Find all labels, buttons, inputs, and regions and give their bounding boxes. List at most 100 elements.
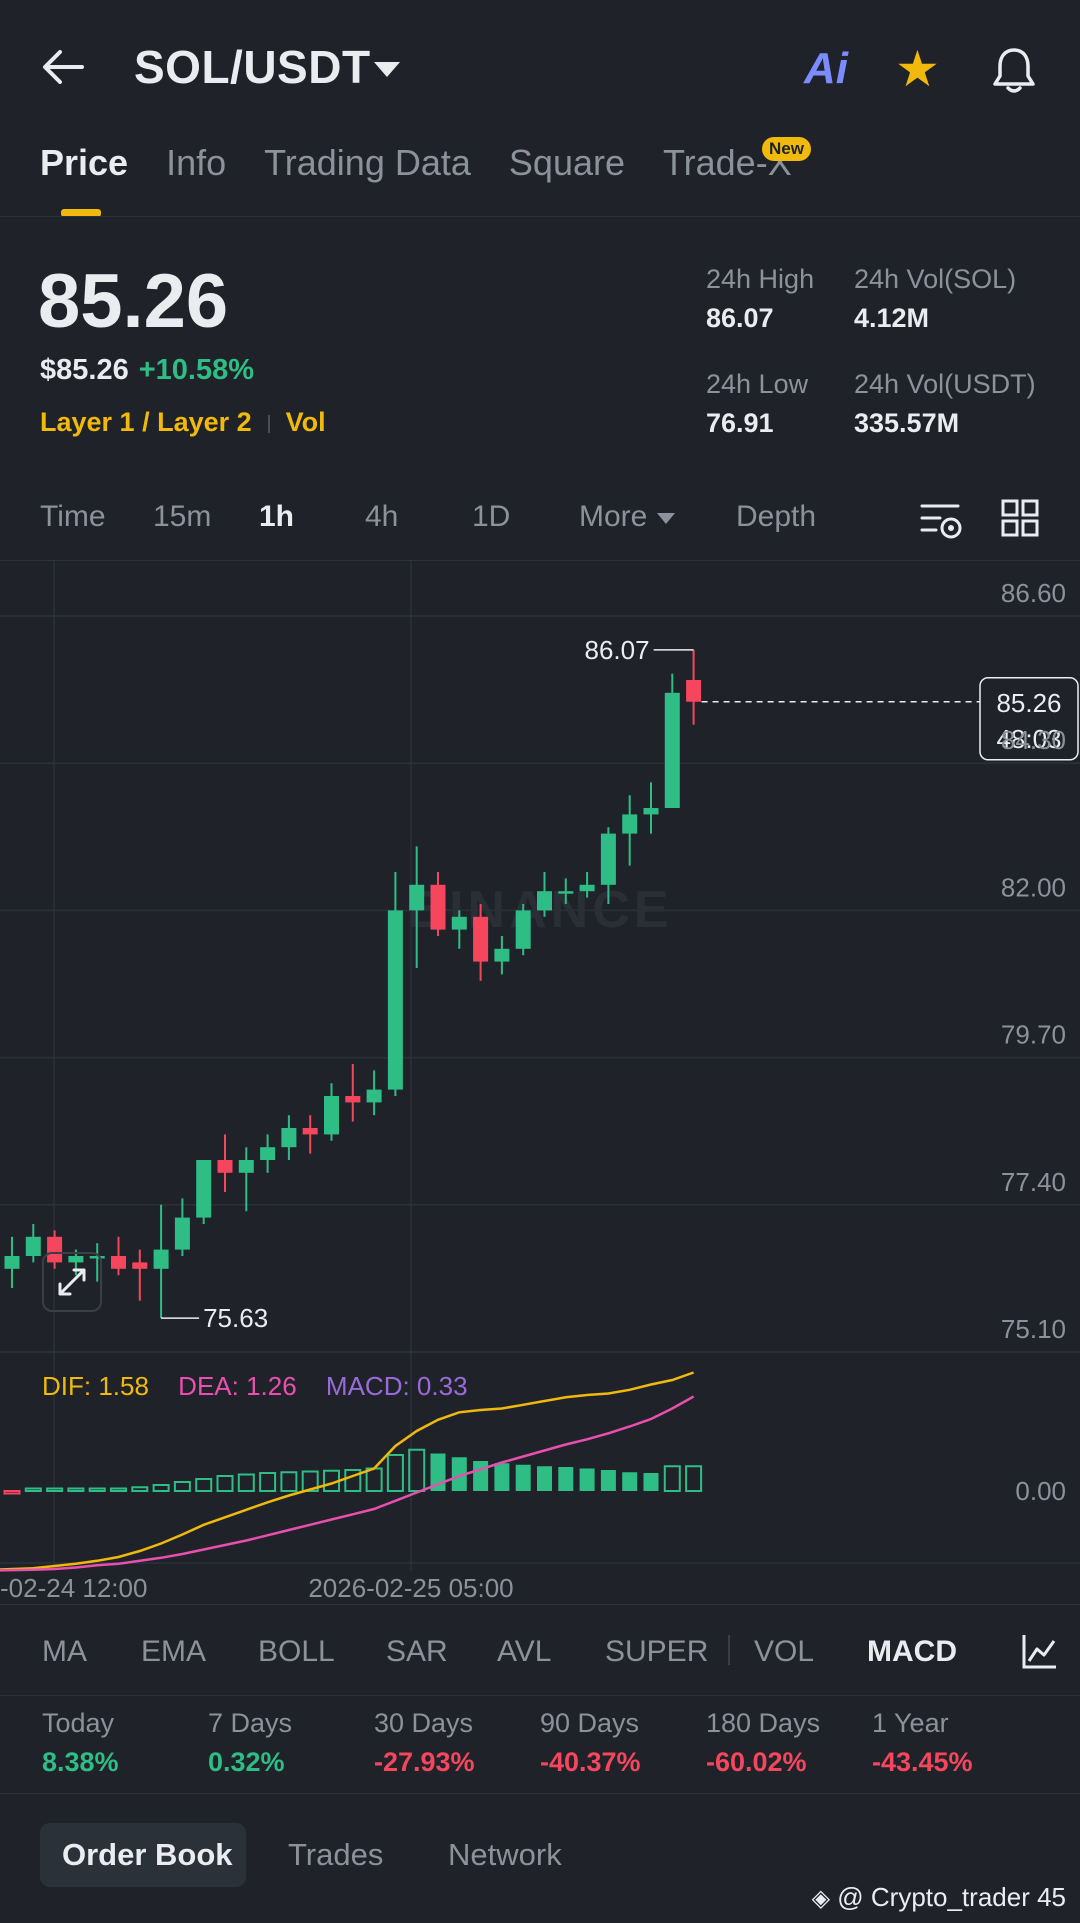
candle-body [643, 808, 659, 815]
y-tick-label: 75.10 [1001, 1314, 1066, 1344]
dea-label: DEA: 1.26 [178, 1371, 297, 1401]
pair-title[interactable]: SOL/USDT [134, 40, 371, 94]
candle-body [302, 1128, 318, 1135]
macd-histogram-bar [685, 1465, 703, 1492]
tab-square[interactable]: Square [509, 142, 625, 184]
candle-body [473, 916, 489, 962]
candle-body [324, 1096, 339, 1135]
y-tick-label: 77.40 [1001, 1167, 1066, 1197]
price-sub: $85.26 +10.58% [40, 354, 254, 387]
interval-more[interactable]: More [579, 500, 676, 534]
perf-label: Today [42, 1708, 115, 1738]
stat-value: 335.57M [854, 408, 960, 438]
candle-body [281, 1128, 297, 1148]
interval-1d[interactable]: 1D [472, 500, 510, 534]
candle-body [430, 884, 446, 930]
tab-info[interactable]: Info [166, 142, 226, 184]
tab-price[interactable]: Price [40, 142, 128, 184]
macd-histogram-bar [24, 1487, 42, 1492]
user-watermark: ◈ @ Crypto_trader 45 [812, 1882, 1066, 1913]
indicator-macd[interactable]: MACD [867, 1635, 957, 1669]
ai-icon[interactable]: Ai [804, 44, 848, 94]
macd-histogram-bar [110, 1487, 127, 1492]
indicator-super[interactable]: SUPER [605, 1635, 708, 1669]
candle-body [409, 884, 425, 911]
candle-body [111, 1256, 126, 1269]
chevron-down-icon[interactable] [374, 62, 400, 77]
macd-histogram-bar [173, 1481, 191, 1492]
candle-body [4, 1256, 20, 1269]
candle-body [451, 916, 467, 930]
tab-network[interactable]: Network [448, 1837, 562, 1873]
stat-high: 24h High 86.07 [706, 264, 814, 334]
macd-histogram-bar [473, 1461, 489, 1491]
min-price-label: 75.63 [203, 1303, 268, 1333]
y-tick-label: 79.70 [1001, 1020, 1066, 1050]
stat-value: 76.91 [706, 408, 774, 438]
back-arrow-icon[interactable] [38, 42, 88, 92]
top-tabs: Price Info Trading Data Square Trade-X [40, 142, 830, 184]
stat-value: 4.12M [854, 303, 930, 333]
usd-price: $85.26 [40, 354, 129, 386]
perf-30d: 30 Days -27.93% [374, 1708, 475, 1778]
chart-settings-icon[interactable] [918, 498, 964, 544]
max-price-label: 86.07 [585, 635, 650, 665]
interval-15m[interactable]: 15m [153, 500, 211, 534]
current-price-label: 85.26 [996, 688, 1061, 718]
indicator-bar: MA EMA BOLL SAR AVL SUPER VOL MACD [0, 1604, 1080, 1696]
perf-value: -40.37% [540, 1747, 641, 1777]
macd-histogram-bar [365, 1467, 383, 1492]
indicator-ma[interactable]: MA [42, 1635, 87, 1669]
candlestick-chart[interactable]: BINANCE 86.0775.6385.2648:03 86.6084.308… [0, 561, 1080, 1604]
more-label: More [579, 500, 648, 533]
star-icon[interactable]: ★ [895, 44, 940, 94]
candle-body [622, 814, 638, 834]
indicator-sar[interactable]: SAR [386, 1635, 448, 1669]
candle-body [174, 1217, 190, 1250]
indicator-vol[interactable]: VOL [754, 1635, 814, 1669]
macd-histogram-bar [622, 1472, 638, 1491]
interval-time[interactable]: Time [40, 500, 106, 534]
candle-body [132, 1262, 148, 1269]
tab-order-book[interactable]: Order Book [62, 1837, 233, 1873]
tag-layer[interactable]: Layer 1 / Layer 2 [40, 407, 252, 437]
tab-trading-data[interactable]: Trading Data [264, 142, 471, 184]
candle-body [664, 692, 680, 808]
chevron-down-icon [657, 512, 676, 524]
fullscreen-button[interactable] [42, 1252, 102, 1312]
x-tick-label: 2026-02-25 05:00 [308, 1573, 513, 1603]
candle-body [153, 1249, 169, 1269]
perf-1y: 1 Year -43.45% [872, 1708, 973, 1778]
tab-trades[interactable]: Trades [288, 1837, 383, 1873]
perf-value: 0.32% [208, 1747, 285, 1777]
indicator-avl[interactable]: AVL [497, 1635, 551, 1669]
candle-body [196, 1160, 212, 1218]
macd-histogram-bar [579, 1468, 595, 1491]
category-tags: Layer 1 / Layer 2 Vol [40, 407, 326, 438]
perf-value: -27.93% [374, 1747, 475, 1777]
binance-logo-icon: ◈ [811, 1885, 831, 1912]
candle-body [25, 1236, 41, 1256]
indicator-ema[interactable]: EMA [141, 1635, 206, 1669]
chart-line-icon[interactable] [1020, 1631, 1060, 1671]
candle-body [686, 680, 702, 702]
tag-vol[interactable]: Vol [286, 407, 326, 437]
expand-icon [58, 1268, 86, 1296]
stat-vol-sol: 24h Vol(SOL) 4.12M [854, 264, 1016, 334]
macd-histogram-bar [259, 1472, 277, 1492]
macd-histogram-bar [643, 1473, 659, 1491]
candle-body [600, 833, 616, 885]
macd-histogram-bar [537, 1466, 552, 1491]
macd-histogram-bar [88, 1487, 106, 1492]
perf-label: 7 Days [208, 1708, 293, 1738]
interval-4h[interactable]: 4h [365, 500, 398, 534]
grid-layout-icon[interactable] [1000, 498, 1040, 538]
stat-low: 24h Low 76.91 [706, 369, 808, 439]
bell-icon[interactable] [988, 44, 1040, 96]
divider [0, 216, 1080, 217]
candle-body [238, 1160, 254, 1173]
depth-tab[interactable]: Depth [736, 500, 816, 534]
indicator-boll[interactable]: BOLL [258, 1635, 335, 1669]
interval-1h[interactable]: 1h [259, 500, 294, 534]
perf-90d: 90 Days -40.37% [540, 1708, 641, 1778]
